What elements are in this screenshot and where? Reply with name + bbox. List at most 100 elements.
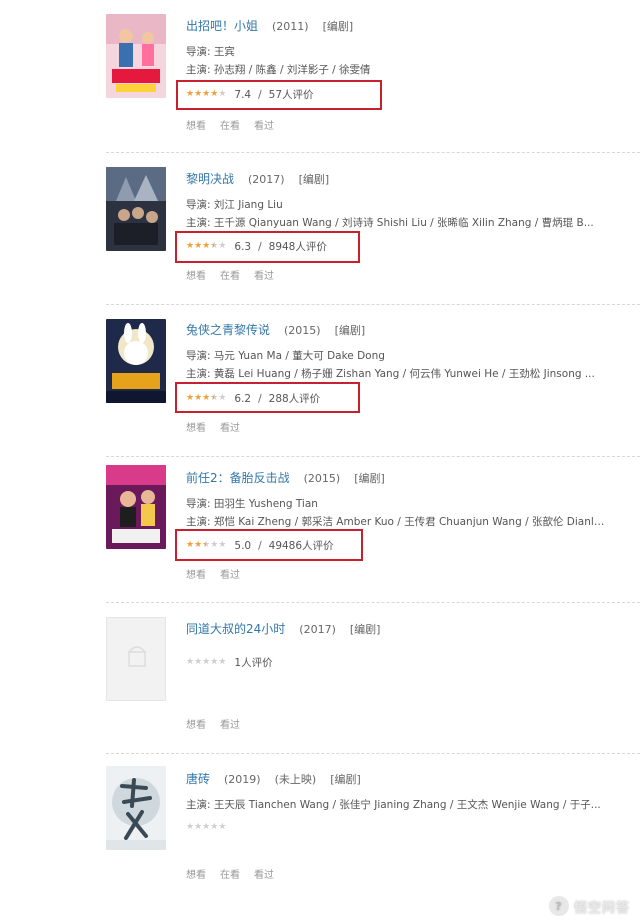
director-line: 导演: 马元 Yuan Ma / 董大可 Dake Dong — [186, 348, 606, 363]
director-line: 导演: 刘江 Jiang Liu — [186, 197, 606, 212]
movie-year: (2011) — [272, 20, 309, 33]
movie-title[interactable]: 前任2：备胎反击战 — [186, 471, 290, 485]
cast-line: 主演: 王千源 Qianyuan Wang / 刘诗诗 Shishi Liu /… — [186, 215, 606, 230]
star-rating-icon: ★ ★ ★ ★ ★ — [186, 658, 226, 667]
highlight-box — [175, 382, 360, 413]
cast-label: 主演: — [186, 368, 211, 380]
star-empty-icon: ★ — [210, 657, 219, 667]
movie-poster[interactable] — [106, 167, 166, 251]
director-label: 导演: — [186, 199, 211, 211]
movie-title[interactable]: 出招吧！小姐 — [186, 19, 258, 33]
watermark-text: 悟空问答 — [573, 900, 630, 916]
watched-button[interactable]: 看过 — [254, 870, 274, 881]
poster-image — [106, 14, 166, 98]
edit-link[interactable]: [编剧] — [330, 773, 361, 786]
action-row: 想看 在看 看过 — [186, 117, 288, 132]
movie-year: (2015) — [284, 324, 321, 337]
watching-button[interactable]: 在看 — [220, 271, 240, 282]
action-row: 想看 看过 — [186, 716, 254, 731]
rating-row: ★ ★ ★ ★ ★ — [186, 823, 234, 832]
divider — [106, 456, 640, 457]
release-status: (未上映) — [274, 773, 317, 786]
star-empty-icon: ★ — [194, 822, 203, 832]
director-label: 导演: — [186, 498, 211, 510]
cast-names: 黄磊 Lei Huang / 杨子姗 Zishan Yang / 何云伟 Yun… — [213, 368, 595, 380]
star-empty-icon: ★ — [218, 822, 227, 832]
movie-list: 出招吧！小姐 (2011) [编剧] 导演: 王宾 主演: 孙志翔 / 陈鑫 / 刘… — [0, 0, 640, 920]
movie-poster[interactable] — [106, 465, 166, 549]
director-names: 马元 Yuan Ma / 董大可 Dake Dong — [213, 350, 385, 362]
want-to-watch-button[interactable]: 想看 — [186, 720, 206, 731]
star-rating-icon: ★ ★ ★ ★ ★ — [186, 823, 226, 832]
cast-line: 主演: 郑恺 Kai Zheng / 郭采洁 Amber Kuo / 王传君 C… — [186, 514, 606, 529]
action-row: 想看 在看 看过 — [186, 267, 288, 282]
poster-image — [106, 319, 166, 403]
want-to-watch-button[interactable]: 想看 — [186, 870, 206, 881]
movie-poster[interactable] — [106, 14, 166, 98]
want-to-watch-button[interactable]: 想看 — [186, 570, 206, 581]
cast-names: 孙志翔 / 陈鑫 / 刘洋影子 / 徐雯倩 — [213, 64, 371, 76]
placeholder-image-icon — [128, 646, 146, 667]
poster-image — [106, 766, 166, 850]
title-row: 黎明决战 (2017) [编剧] — [186, 170, 329, 187]
movie-title[interactable]: 黎明决战 — [186, 172, 234, 186]
watching-button[interactable]: 在看 — [220, 870, 240, 881]
edit-link[interactable]: [编剧] — [323, 20, 354, 33]
watched-button[interactable]: 看过 — [254, 121, 274, 132]
director-names: 田羽生 Yusheng Tian — [213, 498, 318, 510]
watched-button[interactable]: 看过 — [220, 720, 240, 731]
title-row: 唐砖 (2019) (未上映) [编剧] — [186, 770, 361, 787]
movie-poster[interactable] — [106, 766, 166, 850]
highlight-box — [175, 529, 363, 561]
director-names: 刘江 Jiang Liu — [213, 199, 283, 211]
cast-line: 主演: 黄磊 Lei Huang / 杨子姗 Zishan Yang / 何云伟… — [186, 366, 606, 381]
director-label: 导演: — [186, 46, 211, 58]
movie-poster-placeholder[interactable] — [106, 617, 166, 701]
want-to-watch-button[interactable]: 想看 — [186, 423, 206, 434]
director-label: 导演: — [186, 350, 211, 362]
movie-title[interactable]: 唐砖 — [186, 772, 210, 786]
edit-link[interactable]: [编剧] — [299, 173, 330, 186]
watched-button[interactable]: 看过 — [220, 423, 240, 434]
cast-label: 主演: — [186, 799, 211, 811]
highlight-box — [176, 80, 382, 110]
watching-button[interactable]: 在看 — [220, 121, 240, 132]
divider — [106, 152, 640, 153]
movie-title[interactable]: 兔侠之青黎传说 — [186, 323, 270, 337]
star-empty-icon: ★ — [202, 822, 211, 832]
title-row: 出招吧！小姐 (2011) [编剧] — [186, 17, 353, 34]
movie-title[interactable]: 同道大叔的24小时 — [186, 622, 285, 636]
star-empty-icon: ★ — [194, 657, 203, 667]
title-row: 兔侠之青黎传说 (2015) [编剧] — [186, 321, 365, 338]
star-empty-icon: ★ — [186, 657, 195, 667]
edit-link[interactable]: [编剧] — [354, 472, 385, 485]
watermark: ? 悟空问答 — [548, 896, 630, 916]
movie-poster[interactable] — [106, 319, 166, 403]
want-to-watch-button[interactable]: 想看 — [186, 121, 206, 132]
want-to-watch-button[interactable]: 想看 — [186, 271, 206, 282]
cast-label: 主演: — [186, 516, 211, 528]
movie-year: (2019) — [224, 773, 261, 786]
cast-label: 主演: — [186, 217, 211, 229]
movie-year: (2015) — [303, 472, 341, 485]
cast-names: 王天辰 Tianchen Wang / 张佳宁 Jianing Zhang / … — [213, 799, 601, 811]
director-names: 王宾 — [213, 46, 235, 58]
poster-image — [106, 465, 166, 549]
action-row: 想看 在看 看过 — [186, 866, 288, 881]
director-line: 导演: 王宾 — [186, 44, 606, 59]
rating-row: ★ ★ ★ ★ ★ 1人评价 — [186, 655, 273, 670]
star-empty-icon: ★ — [202, 657, 211, 667]
watched-button[interactable]: 看过 — [220, 570, 240, 581]
movie-year: (2017) — [248, 173, 285, 186]
chat-bubble-icon: ? — [548, 896, 569, 916]
divider — [106, 753, 640, 754]
edit-link[interactable]: [编剧] — [335, 324, 366, 337]
title-row: 前任2：备胎反击战 (2015) [编剧] — [186, 469, 385, 486]
poster-image — [106, 167, 166, 251]
rating-votes[interactable]: 1人评价 — [234, 655, 272, 670]
action-row: 想看 看过 — [186, 419, 254, 434]
edit-link[interactable]: [编剧] — [350, 623, 381, 636]
star-empty-icon: ★ — [210, 822, 219, 832]
title-row: 同道大叔的24小时 (2017) [编剧] — [186, 620, 380, 637]
watched-button[interactable]: 看过 — [254, 271, 274, 282]
